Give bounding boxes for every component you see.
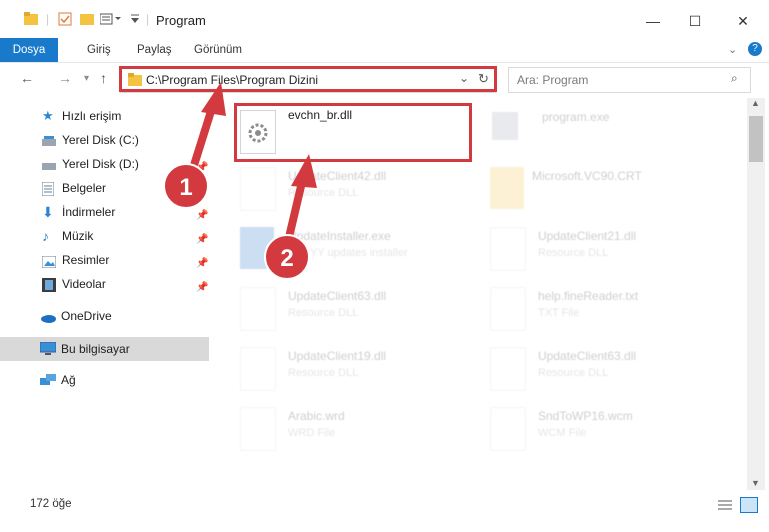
- callout-badge-2: 2: [264, 234, 310, 280]
- callout-badge-1: 1: [163, 163, 209, 209]
- callout-arrows: [186, 82, 317, 251]
